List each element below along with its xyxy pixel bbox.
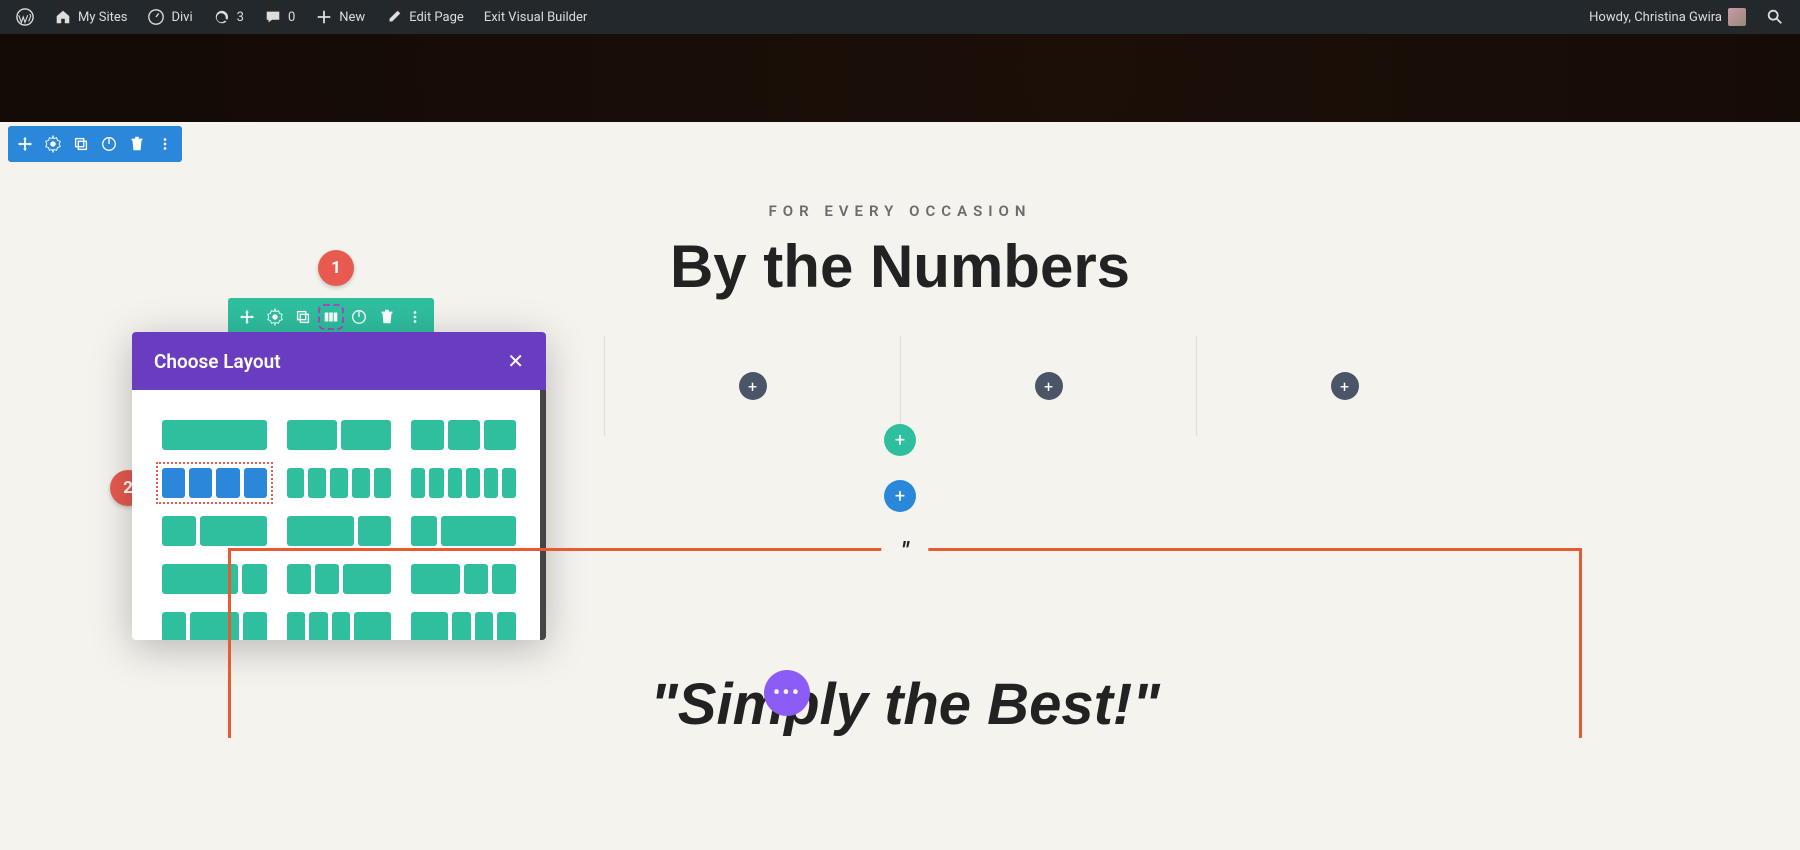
update-icon: [213, 8, 231, 26]
avatar: [1728, 8, 1746, 26]
eyebrow-text: FOR EVERY OCCASION: [0, 202, 1800, 220]
move-icon[interactable]: [238, 308, 256, 326]
admin-bar-left: My Sites Divi 3 0 New Edit Page Exit Vis…: [8, 0, 595, 34]
search-icon: [1766, 8, 1784, 26]
more-icon[interactable]: [406, 308, 424, 326]
more-icon[interactable]: [156, 135, 174, 153]
modal-header: Choose Layout ✕: [132, 332, 546, 390]
section-toolbar: [8, 126, 182, 162]
add-module-button[interactable]: +: [739, 372, 767, 400]
column-3: +: [900, 336, 1196, 436]
duplicate-icon[interactable]: [72, 135, 90, 153]
updates-menu[interactable]: 3: [205, 0, 252, 34]
testimonial-section: " "Simply the Best!": [228, 548, 1582, 738]
row-toolbar: [228, 298, 434, 336]
wp-logo-menu[interactable]: [8, 0, 42, 34]
gauge-icon: [147, 8, 165, 26]
my-sites-menu[interactable]: My Sites: [46, 0, 135, 34]
gear-icon[interactable]: [44, 135, 62, 153]
annotation-badge-1: 1: [318, 250, 354, 286]
layout-option-4col[interactable]: [162, 468, 267, 498]
updates-count: 3: [237, 10, 244, 25]
layout-option-1-2[interactable]: [162, 516, 267, 546]
comment-icon: [264, 8, 282, 26]
site-name-menu[interactable]: Divi: [139, 0, 200, 34]
move-icon[interactable]: [16, 135, 34, 153]
edit-page-label: Edit Page: [409, 10, 464, 25]
add-module-button[interactable]: +: [1331, 372, 1359, 400]
layout-row: [162, 420, 516, 450]
quote-heading: "Simply the Best!": [231, 671, 1579, 738]
trash-icon[interactable]: [378, 308, 396, 326]
add-section-button[interactable]: +: [884, 480, 916, 512]
power-icon[interactable]: [100, 135, 118, 153]
hero-banner: [0, 34, 1800, 122]
power-icon[interactable]: [350, 308, 368, 326]
section-heading: By the Numbers: [0, 232, 1800, 301]
new-label: New: [339, 10, 365, 25]
exit-vb-label: Exit Visual Builder: [484, 10, 587, 25]
edit-page-link[interactable]: Edit Page: [377, 0, 472, 34]
wordpress-icon: [16, 8, 34, 26]
close-icon[interactable]: ✕: [507, 349, 524, 373]
home-icon: [54, 8, 72, 26]
column-2: +: [604, 336, 900, 436]
column-4: +: [1196, 336, 1492, 436]
trash-icon[interactable]: [128, 135, 146, 153]
add-row-button[interactable]: +: [884, 424, 916, 456]
comments-count: 0: [288, 10, 295, 25]
layout-option-2col[interactable]: [287, 420, 392, 450]
search-toggle[interactable]: [1758, 0, 1792, 34]
layout-row: [162, 468, 516, 498]
modal-title: Choose Layout: [154, 350, 281, 373]
admin-bar-right: Howdy, Christina Gwira: [1581, 0, 1792, 34]
comments-menu[interactable]: 0: [256, 0, 303, 34]
add-module-button[interactable]: +: [1035, 372, 1063, 400]
new-content-menu[interactable]: New: [307, 0, 373, 34]
quote-mark: ": [881, 537, 928, 565]
layout-row: [162, 516, 516, 546]
page-content: FOR EVERY OCCASION By the Numbers: [0, 122, 1800, 301]
layout-option-1col[interactable]: [162, 420, 267, 450]
layout-option-6col[interactable]: [411, 468, 516, 498]
duplicate-icon[interactable]: [294, 308, 312, 326]
gear-icon[interactable]: [266, 308, 284, 326]
user-account-menu[interactable]: Howdy, Christina Gwira: [1581, 0, 1754, 34]
columns-layout-icon[interactable]: [322, 308, 340, 326]
exit-visual-builder-link[interactable]: Exit Visual Builder: [476, 0, 595, 34]
layout-option-5col[interactable]: [287, 468, 392, 498]
my-sites-label: My Sites: [78, 10, 127, 25]
greeting-text: Howdy, Christina Gwira: [1589, 10, 1722, 25]
layout-option-1-3[interactable]: [411, 516, 516, 546]
layout-option-2-1[interactable]: [287, 516, 392, 546]
builder-fab-button[interactable]: •••: [764, 670, 810, 716]
layout-option-3col[interactable]: [411, 420, 516, 450]
site-name-label: Divi: [171, 10, 192, 25]
plus-icon: [315, 8, 333, 26]
pencil-icon: [385, 8, 403, 26]
wp-admin-bar: My Sites Divi 3 0 New Edit Page Exit Vis…: [0, 0, 1800, 34]
